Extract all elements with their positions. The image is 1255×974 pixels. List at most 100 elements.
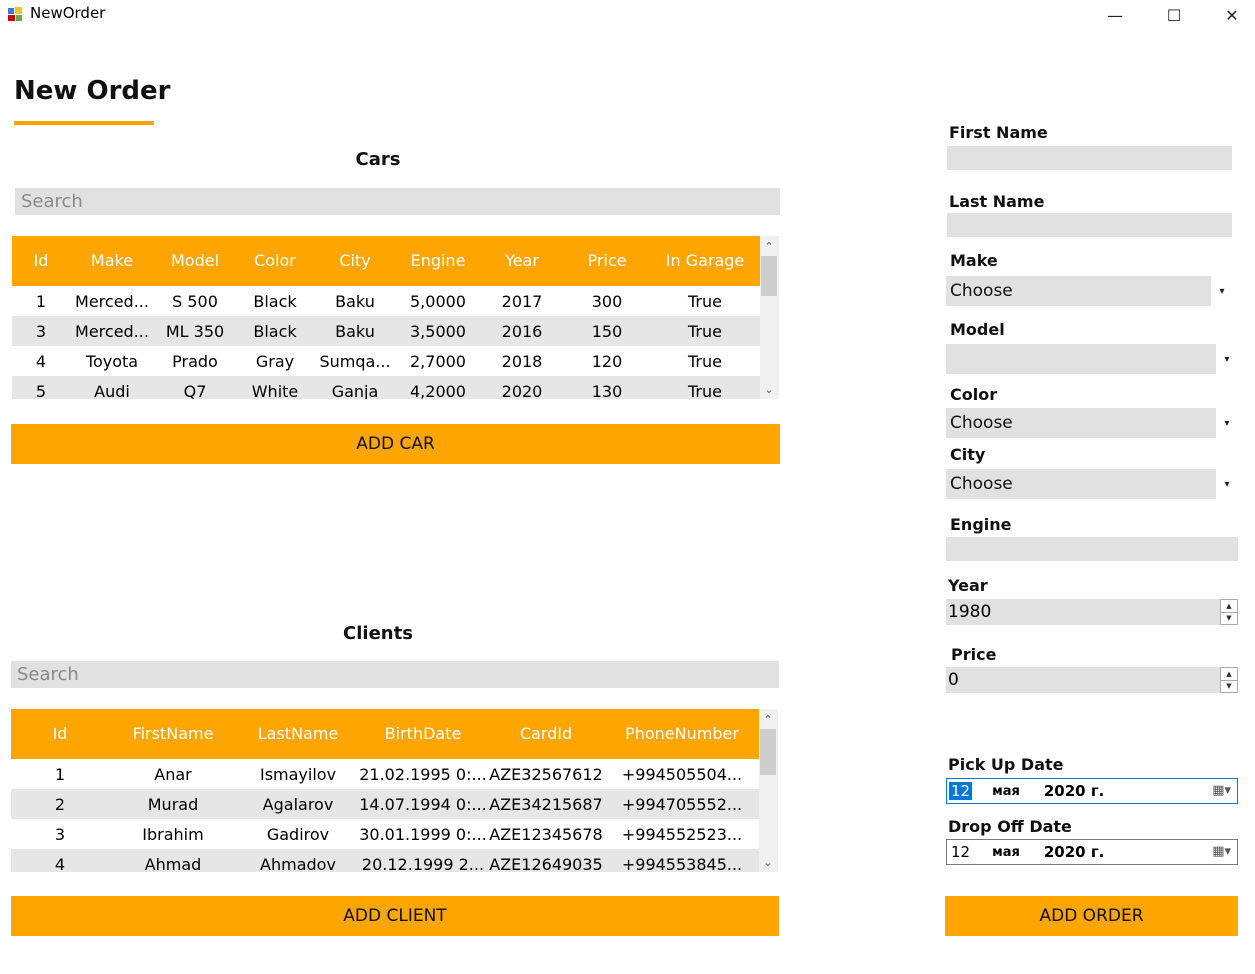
table-cell[interactable]: Toyota [70, 346, 154, 376]
chevron-down-icon[interactable]: ▾ [1211, 276, 1233, 306]
table-cell[interactable]: 14.07.1994 0:... [359, 789, 487, 819]
table-cell[interactable]: Gadirov [237, 819, 359, 849]
table-cell[interactable]: 3 [11, 819, 109, 849]
table-cell[interactable]: 3,5000 [396, 316, 480, 346]
table-cell[interactable]: 2018 [480, 346, 564, 376]
table-cell[interactable]: 1 [11, 759, 109, 789]
table-cell[interactable]: S 500 [154, 286, 236, 316]
city-select[interactable]: Choose ▾ [946, 469, 1238, 499]
table-cell[interactable]: 21.02.1995 0:... [359, 759, 487, 789]
dropoff-day[interactable]: 12 [949, 843, 972, 861]
table-row[interactable]: 1 Merced... S 500 Black Baku 5,0000 2017… [12, 286, 760, 316]
scroll-down-icon[interactable]: ⌄ [759, 853, 777, 871]
scroll-up-icon[interactable]: ⌃ [759, 710, 777, 728]
table-cell[interactable]: True [650, 286, 760, 316]
table-cell[interactable]: 4,2000 [396, 376, 480, 399]
table-cell[interactable]: True [650, 316, 760, 346]
price-stepper[interactable]: 0 ▲ ▼ [946, 667, 1238, 693]
table-cell[interactable]: +994705552... [605, 789, 759, 819]
price-spin-buttons[interactable]: ▲ ▼ [1220, 667, 1238, 693]
engine-field[interactable] [946, 537, 1238, 561]
pickup-date-picker[interactable]: 12 мая 2020 г. ▦▾ [946, 778, 1238, 804]
cars-col-model[interactable]: Model [154, 236, 236, 286]
table-cell[interactable]: 2017 [480, 286, 564, 316]
table-cell[interactable]: Audi [70, 376, 154, 399]
scroll-thumb[interactable] [760, 729, 776, 775]
clients-col-birthdate[interactable]: BirthDate [359, 709, 487, 759]
model-select[interactable]: ▾ [946, 344, 1238, 374]
table-cell[interactable]: 120 [564, 346, 650, 376]
table-cell[interactable]: 2,7000 [396, 346, 480, 376]
calendar-icon[interactable]: ▦▾ [1212, 844, 1231, 859]
table-row[interactable]: 4 Ahmad Ahmadov 20.12.1999 2... AZE12649… [11, 849, 759, 872]
calendar-icon[interactable]: ▦▾ [1212, 783, 1231, 798]
clients-scrollbar[interactable]: ⌃ ⌄ [759, 709, 778, 872]
table-cell[interactable]: Ahmad [109, 849, 237, 872]
table-cell[interactable]: +994552523... [605, 819, 759, 849]
table-cell[interactable]: 2016 [480, 316, 564, 346]
year-stepper[interactable]: 1980 ▲ ▼ [946, 599, 1238, 625]
table-cell[interactable]: 5,0000 [396, 286, 480, 316]
clients-col-cardid[interactable]: CardId [487, 709, 605, 759]
table-row[interactable]: 2 Murad Agalarov 14.07.1994 0:... AZE342… [11, 789, 759, 819]
scroll-up-icon[interactable]: ⌃ [760, 237, 778, 255]
cars-grid[interactable]: Id Make Model Color City Engine Year Pri… [12, 236, 780, 399]
make-select[interactable]: Choose ▾ [946, 276, 1233, 306]
table-cell[interactable]: AZE34215687 [487, 789, 605, 819]
table-cell[interactable]: 4 [12, 346, 70, 376]
table-cell[interactable]: +994553845... [605, 849, 759, 872]
year-spin-buttons[interactable]: ▲ ▼ [1220, 599, 1238, 625]
table-cell[interactable]: Merced... [70, 286, 154, 316]
table-cell[interactable]: 30.01.1999 0:... [359, 819, 487, 849]
table-cell[interactable]: White [236, 376, 314, 399]
table-cell[interactable]: 5 [12, 376, 70, 399]
table-cell[interactable]: Baku [314, 316, 396, 346]
cars-col-make[interactable]: Make [70, 236, 154, 286]
scroll-down-icon[interactable]: ⌄ [760, 380, 778, 398]
table-cell[interactable]: True [650, 346, 760, 376]
table-cell[interactable]: +994505504... [605, 759, 759, 789]
table-cell[interactable]: AZE32567612 [487, 759, 605, 789]
table-cell[interactable]: Ibrahim [109, 819, 237, 849]
table-row[interactable]: 3 Ibrahim Gadirov 30.01.1999 0:... AZE12… [11, 819, 759, 849]
table-cell[interactable]: Black [236, 286, 314, 316]
add-order-button[interactable]: ADD ORDER [945, 896, 1238, 936]
table-cell[interactable]: Q7 [154, 376, 236, 399]
add-car-button[interactable]: ADD CAR [11, 424, 780, 464]
pickup-month[interactable]: мая [992, 784, 1020, 799]
table-cell[interactable]: Baku [314, 286, 396, 316]
cars-col-price[interactable]: Price [564, 236, 650, 286]
chevron-down-icon[interactable]: ▾ [1216, 469, 1238, 499]
clients-grid[interactable]: Id FirstName LastName BirthDate CardId P… [11, 709, 779, 872]
table-cell[interactable]: 20.12.1999 2... [359, 849, 487, 872]
table-row[interactable]: 1 Anar Ismayilov 21.02.1995 0:... AZE325… [11, 759, 759, 789]
table-cell[interactable]: Sumqa... [314, 346, 396, 376]
pickup-day[interactable]: 12 [949, 782, 973, 800]
table-cell[interactable]: AZE12649035 [487, 849, 605, 872]
spin-up-icon[interactable]: ▲ [1221, 668, 1237, 681]
table-cell[interactable]: 1 [12, 286, 70, 316]
cars-col-engine[interactable]: Engine [396, 236, 480, 286]
table-cell[interactable]: 2 [11, 789, 109, 819]
table-cell[interactable]: Prado [154, 346, 236, 376]
cars-col-id[interactable]: Id [12, 236, 70, 286]
scroll-thumb[interactable] [761, 256, 777, 296]
table-cell[interactable]: 300 [564, 286, 650, 316]
cars-col-city[interactable]: City [314, 236, 396, 286]
table-cell[interactable]: Agalarov [237, 789, 359, 819]
table-cell[interactable]: Ganja [314, 376, 396, 399]
table-cell[interactable]: Gray [236, 346, 314, 376]
clients-col-lastname[interactable]: LastName [237, 709, 359, 759]
table-cell[interactable]: ML 350 [154, 316, 236, 346]
table-row[interactable]: 4 Toyota Prado Gray Sumqa... 2,7000 2018… [12, 346, 760, 376]
spin-down-icon[interactable]: ▼ [1221, 681, 1237, 693]
clients-col-id[interactable]: Id [11, 709, 109, 759]
table-cell[interactable]: 150 [564, 316, 650, 346]
table-row[interactable]: 5 Audi Q7 White Ganja 4,2000 2020 130 Tr… [12, 376, 760, 399]
clients-col-phonenumber[interactable]: PhoneNumber [605, 709, 759, 759]
clients-col-firstname[interactable]: FirstName [109, 709, 237, 759]
cars-search-input[interactable] [15, 188, 780, 215]
table-cell[interactable]: Ahmadov [237, 849, 359, 872]
table-cell[interactable]: Black [236, 316, 314, 346]
chevron-down-icon[interactable]: ▾ [1216, 408, 1238, 438]
